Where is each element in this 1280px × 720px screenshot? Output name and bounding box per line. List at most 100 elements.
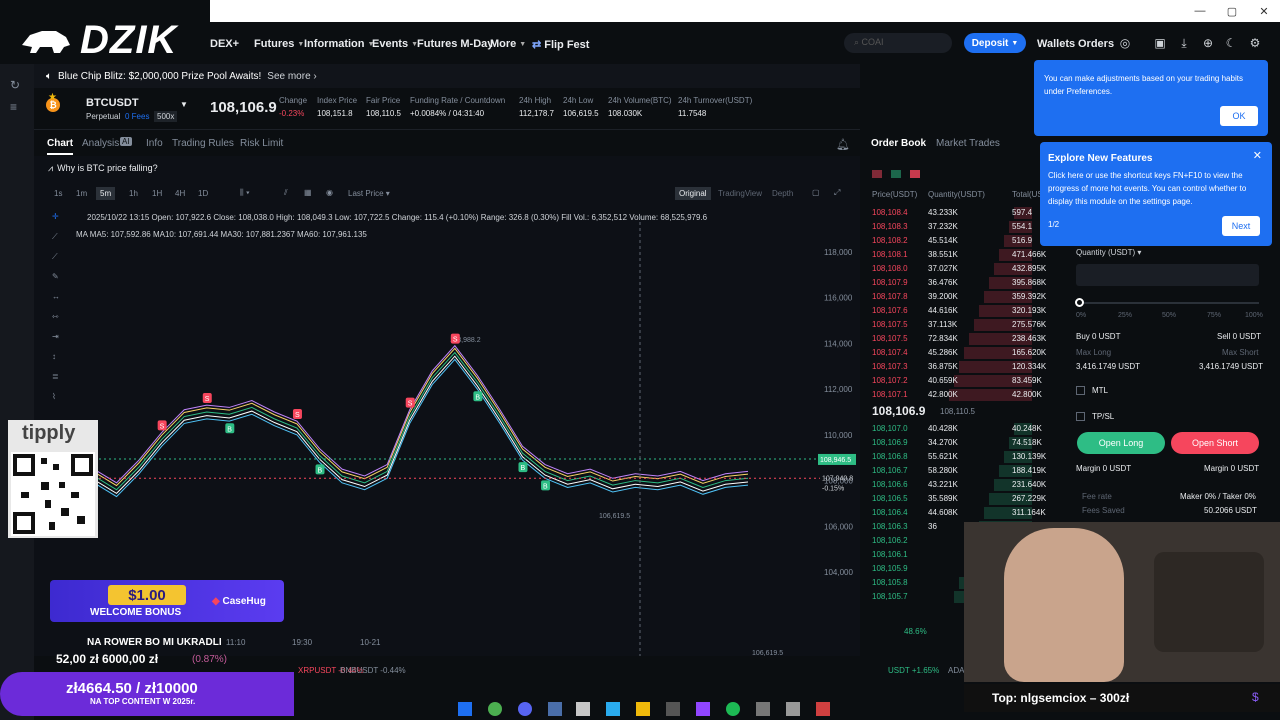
tip-next-button[interactable]: Next [1222,216,1260,236]
view-both-icon[interactable] [910,170,920,178]
ask-row[interactable]: 108,108.0 37.027K 432.895K [862,262,1052,276]
nav-dex[interactable]: DEX+ [210,38,239,50]
flip-icon: ⇄ [532,39,542,51]
marker-label: B [475,394,480,401]
close-icon[interactable]: ✕ [1253,150,1262,163]
deposit-button[interactable]: Deposit ▼ [964,33,1026,53]
tab-market-trades[interactable]: Market Trades [936,138,1000,149]
streamer-figure [1004,528,1124,682]
tab-trading-rules[interactable]: Trading Rules [172,138,234,149]
telegram-icon[interactable] [606,702,620,716]
refresh-icon[interactable]: ↻ [10,78,20,92]
ask-row[interactable]: 108,107.3 36.875K 120.334K [862,360,1052,374]
minimize-button[interactable]: — [1184,0,1216,22]
fees-badge: 0 Fees [125,112,150,121]
spotify-icon[interactable] [726,702,740,716]
ask-row[interactable]: 108,107.6 44.616K 320.193K [862,304,1052,318]
app-icon[interactable] [756,702,770,716]
app-icon[interactable] [548,702,562,716]
ask-row[interactable]: 108,108.4 43.233K 597.4 [862,206,1052,220]
nav-futures-mday[interactable]: Futures M-Day [417,38,493,50]
windows-start-icon[interactable] [458,702,472,716]
app-icon[interactable] [576,702,590,716]
nav-futures[interactable]: Futures ▼ [254,38,304,50]
ob-header: Price(USDT) Quantity(USDT) Total(USDT) [872,190,1057,199]
tab-order-book[interactable]: Order Book [871,138,926,149]
bid-row[interactable]: 108,106.8 55.621K 130.139K [862,450,1052,464]
folder-icon[interactable] [636,702,650,716]
view-bids-icon[interactable] [891,170,901,178]
symbol-name[interactable]: BTCUSDT [86,97,139,109]
quantity-input[interactable] [1076,264,1259,286]
view-asks-icon[interactable] [872,170,882,178]
ob-total: 471.466K [1012,250,1047,259]
marker-label: S [295,412,300,419]
ob-quantity: 38.551K [928,250,958,259]
quantity-slider[interactable] [1076,302,1259,304]
nav-more[interactable]: More ▼ [490,38,526,50]
nav-wallets[interactable]: Wallets [1037,38,1075,50]
ob-price: 108,106.7 [872,466,908,475]
nav-orders[interactable]: Orders [1078,38,1114,50]
download-icon[interactable]: ⤓ [1177,36,1191,50]
chat-icon[interactable]: ▣ [1153,36,1167,50]
tip-ok-button[interactable]: OK [1220,106,1258,126]
ask-row[interactable]: 108,107.1 42.800K 42.800K [862,388,1052,402]
ask-row[interactable]: 108,108.1 38.551K 471.466K [862,248,1052,262]
ask-row[interactable]: 108,107.8 39.200K 359.392K [862,290,1052,304]
maximize-button[interactable]: ▢ [1216,0,1248,22]
bid-row[interactable]: 108,106.9 34.270K 74.518K [862,436,1052,450]
discord-icon[interactable] [518,702,532,716]
chevron-down-icon: ▼ [519,40,527,48]
logo[interactable]: DZIK [0,0,210,64]
tab-risk-limit[interactable]: Risk Limit [240,138,283,149]
sell-amount: Sell 0 USDT [1217,332,1262,341]
close-window-button[interactable]: ✕ [1248,0,1280,22]
mtl-checkbox[interactable] [1076,386,1085,395]
ask-row[interactable]: 108,107.5 72.834K 238.463K [862,332,1052,346]
ask-row[interactable]: 108,108.3 37.232K 554.1 [862,220,1052,234]
chrome-icon[interactable] [488,702,502,716]
app-icon[interactable] [786,702,800,716]
buy-amount: Buy 0 USDT [1076,332,1121,341]
open-long-button[interactable]: Open Long [1077,432,1165,454]
app-icon[interactable] [666,702,680,716]
stat-funding-rate: Funding Rate / Countdown +0.0084% / 04:31… [410,96,506,118]
user-icon[interactable]: ◎ [1118,36,1132,50]
search-input[interactable]: ⌕ COAI [844,33,952,53]
ask-row[interactable]: 108,107.5 37.113K 275.576K [862,318,1052,332]
symbol-dropdown-icon[interactable]: ▼ [180,100,188,109]
globe-icon[interactable]: ⊕ [1201,36,1215,50]
ob-price: 108,108.0 [872,264,908,273]
ask-row[interactable]: 108,107.2 40.659K 83.459K [862,374,1052,388]
twitch-icon[interactable] [696,702,710,716]
open-short-button[interactable]: Open Short [1171,432,1259,454]
y-tick-label: 114,000 [824,339,853,348]
ask-row[interactable]: 108,107.9 36.476K 395.868K [862,276,1052,290]
menu-icon[interactable]: ≡ [10,100,17,114]
nav-events[interactable]: Events ▼ [372,38,418,50]
ob-quantity: 36 [928,522,937,531]
gear-icon[interactable]: ⚙ [1248,36,1262,50]
see-more-link[interactable]: See more › [267,71,316,82]
nav-flip-fest[interactable]: ⇄ Flip Fest [532,38,589,52]
tab-info[interactable]: Info [146,138,163,149]
bid-row[interactable]: 108,106.6 43.221K 231.640K [862,478,1052,492]
tab-analysis[interactable]: Analysis [82,138,119,149]
slider-handle[interactable] [1075,298,1084,307]
bell-icon[interactable]: 🔔︎ [836,138,850,151]
bid-row[interactable]: 108,106.4 44.608K 311.164K [862,506,1052,520]
app-icon[interactable] [816,702,830,716]
max-short: 3,416.1749 USDT [1199,362,1264,371]
bid-row[interactable]: 108,106.7 58.280K 188.419K [862,464,1052,478]
bid-row[interactable]: 108,107.0 40.428K 40.248K [862,422,1052,436]
ask-row[interactable]: 108,108.2 45.514K 516.9 [862,234,1052,248]
leverage-badge[interactable]: 500x [154,111,178,122]
tab-chart[interactable]: Chart [47,138,74,155]
bid-row[interactable]: 108,106.5 35.589K 267.229K [862,492,1052,506]
favorite-star-icon[interactable]: ★ [48,92,57,103]
nav-information[interactable]: Information ▼ [304,38,374,50]
ask-row[interactable]: 108,107.4 45.286K 165.620K [862,346,1052,360]
moon-icon[interactable]: ☾ [1224,36,1238,50]
tpsl-checkbox[interactable] [1076,412,1085,421]
